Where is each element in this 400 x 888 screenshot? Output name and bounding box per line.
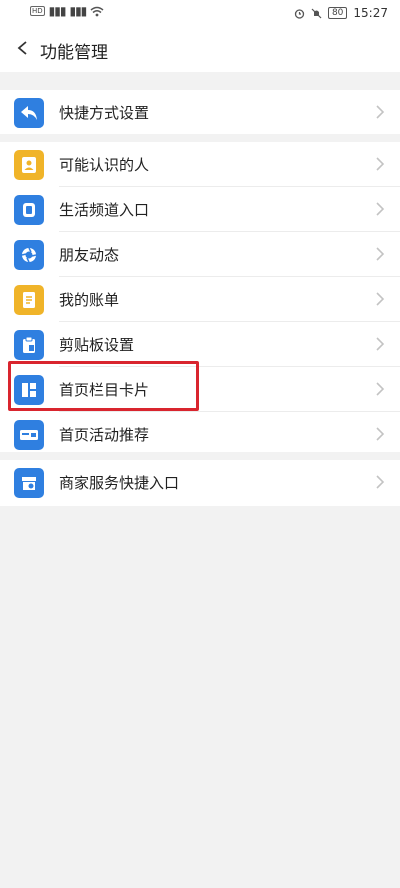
signal-icon: ▮▮▮ bbox=[48, 4, 67, 18]
item-label: 可能认识的人 bbox=[59, 156, 150, 174]
status-bar: HD ▮▮▮ ▮▮▮ 80 15:27 bbox=[0, 0, 400, 28]
item-friends-feed[interactable]: 朋友动态 bbox=[0, 232, 400, 276]
signal-icon-2: ▮▮▮ bbox=[69, 4, 87, 18]
chevron-right-icon bbox=[376, 292, 385, 306]
life-channel-icon bbox=[14, 195, 44, 225]
share-arrow-icon bbox=[14, 98, 44, 128]
clock: 15:27 bbox=[353, 6, 388, 20]
status-left: HD ▮▮▮ ▮▮▮ bbox=[30, 4, 104, 18]
item-merchant-shortcut[interactable]: 商家服务快捷入口 bbox=[0, 460, 400, 504]
item-label: 商家服务快捷入口 bbox=[59, 474, 180, 492]
merchant-store-icon bbox=[14, 468, 44, 498]
contact-card-icon bbox=[14, 150, 44, 180]
chevron-right-icon bbox=[376, 382, 385, 396]
friends-feed-icon bbox=[14, 240, 44, 270]
item-label: 快捷方式设置 bbox=[59, 104, 150, 122]
bill-icon bbox=[14, 285, 44, 315]
item-label: 生活频道入口 bbox=[59, 201, 150, 219]
chevron-right-icon bbox=[376, 427, 385, 441]
settings-group-3: 商家服务快捷入口 bbox=[0, 460, 400, 506]
battery-icon: 80 bbox=[327, 7, 348, 19]
chevron-right-icon bbox=[376, 247, 385, 261]
chevron-right-icon bbox=[376, 157, 385, 171]
item-label: 首页活动推荐 bbox=[59, 426, 150, 444]
settings-group-1: 快捷方式设置 bbox=[0, 90, 400, 134]
item-label: 剪贴板设置 bbox=[59, 336, 135, 354]
item-label: 我的账单 bbox=[59, 291, 120, 309]
wifi-icon bbox=[90, 6, 104, 16]
alarm-icon bbox=[294, 8, 305, 19]
header-bar: 功能管理 bbox=[0, 28, 400, 72]
item-my-bill[interactable]: 我的账单 bbox=[0, 277, 400, 321]
activity-card-icon bbox=[14, 420, 44, 450]
item-life-channel[interactable]: 生活频道入口 bbox=[0, 187, 400, 231]
mute-icon bbox=[311, 8, 322, 18]
item-label: 朋友动态 bbox=[59, 246, 120, 264]
network-badge: HD bbox=[30, 6, 45, 16]
highlight-box bbox=[8, 361, 199, 411]
chevron-right-icon bbox=[376, 202, 385, 216]
item-home-activity-recommend[interactable]: 首页活动推荐 bbox=[0, 412, 400, 456]
chevron-right-icon bbox=[376, 475, 385, 489]
item-clipboard-settings[interactable]: 剪贴板设置 bbox=[0, 322, 400, 366]
item-people-you-may-know[interactable]: 可能认识的人 bbox=[0, 142, 400, 186]
item-shortcut-settings[interactable]: 快捷方式设置 bbox=[0, 90, 400, 134]
page-title: 功能管理 bbox=[40, 43, 108, 63]
clipboard-icon bbox=[14, 330, 44, 360]
back-arrow-icon[interactable] bbox=[16, 41, 30, 55]
chevron-right-icon bbox=[376, 337, 385, 351]
chevron-right-icon bbox=[376, 105, 385, 119]
status-right: 80 15:27 bbox=[294, 6, 388, 20]
